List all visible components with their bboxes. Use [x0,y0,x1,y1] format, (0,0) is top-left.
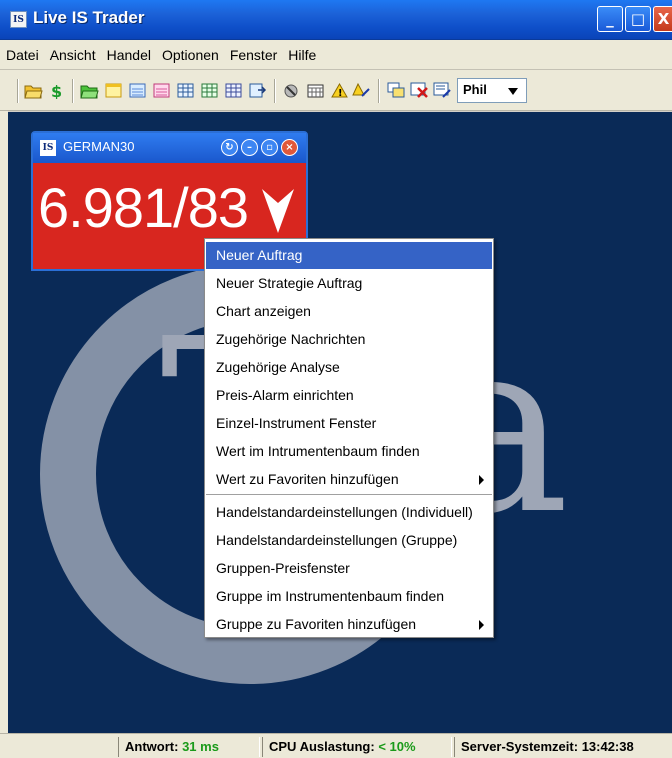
svg-text:$: $ [51,82,62,99]
server-time-value: 13:42:38 [581,739,634,754]
menu-bar: Datei Ansicht Handel Optionen Fenster Hi… [0,40,672,70]
close-window-icon[interactable] [410,82,429,99]
menu-item-chart-anzeigen[interactable]: Chart anzeigen [206,298,492,325]
price-widget-titlebar[interactable]: IS GERMAN30 ↻ – ▫ × [33,133,306,163]
menu-optionen[interactable]: Optionen [162,47,219,63]
cpu-value: < 10% [378,739,416,754]
status-bar: Antwort: 31 ms CPU Auslastung: < 10% Ser… [0,733,672,758]
minimize-button[interactable]: _ [597,6,623,32]
menu-item-label: Wert im Intrumentenbaum finden [216,443,420,459]
menu-item-label: Zugehörige Nachrichten [216,331,366,347]
calendar-icon[interactable] [306,82,325,99]
maximize-button[interactable]: □ [625,6,651,32]
menu-item-label: Chart anzeigen [216,303,311,319]
pink-doc-icon[interactable] [152,82,171,99]
wrench-icon[interactable] [282,82,301,99]
menu-separator [206,494,492,495]
instrument-logo-icon: IS [40,140,56,156]
toolbar-separator [72,79,74,103]
response-label: Antwort: [125,739,179,754]
main-window: IS Live IS Trader _ □ X Datei Ansicht Ha… [0,0,672,758]
menu-item-label: Gruppe im Instrumentenbaum finden [216,588,445,604]
submenu-arrow-icon [479,620,484,630]
grid-icon[interactable] [176,82,195,99]
restore-icon[interactable]: ▫ [261,139,278,156]
toolbar-separator [378,79,380,103]
menu-item-label: Neuer Auftrag [216,247,303,263]
alert-icon[interactable]: ! [330,82,349,99]
refresh-icon[interactable]: ↻ [221,139,238,156]
svg-text:!: ! [338,88,343,99]
menu-item-wert-im-baum[interactable]: Wert im Intrumentenbaum finden [206,438,492,465]
menu-handel[interactable]: Handel [107,47,151,63]
menu-item-zugehoerige-analyse[interactable]: Zugehörige Analyse [206,354,492,381]
menu-item-zugehoerige-nachrichten[interactable]: Zugehörige Nachrichten [206,326,492,353]
multi-window-icon[interactable] [387,82,406,99]
menu-item-handelstandard-gruppe[interactable]: Handelstandardeinstellungen (Gruppe) [206,527,492,554]
price-value: 6.981/83 [38,176,249,239]
blue-doc-icon[interactable] [128,82,147,99]
window-edit-icon[interactable] [433,82,452,99]
menu-item-neuer-strategie-auftrag[interactable]: Neuer Strategie Auftrag [206,270,492,297]
menu-item-gruppen-preisfenster[interactable]: Gruppen-Preisfenster [206,555,492,582]
menu-fenster[interactable]: Fenster [230,47,277,63]
toolbar-separator [17,79,19,103]
green-folder-icon[interactable] [80,82,99,99]
cpu-label: CPU Auslastung: [269,739,375,754]
menu-item-label: Wert zu Favoriten hinzufügen [216,471,399,487]
context-menu: Neuer Auftrag Neuer Strategie Auftrag Ch… [204,238,494,638]
response-value: 31 ms [182,739,219,754]
grid3-icon[interactable] [224,82,243,99]
menu-item-neuer-auftrag[interactable]: Neuer Auftrag [206,242,492,269]
menu-item-label: Preis-Alarm einrichten [216,387,354,403]
submenu-arrow-icon [479,475,484,485]
menu-item-wert-favoriten[interactable]: Wert zu Favoriten hinzufügen [206,466,492,493]
alarm-edit-icon[interactable] [352,82,371,99]
server-time-label: Server-Systemzeit: [461,739,579,754]
menu-item-label: Zugehörige Analyse [216,359,340,375]
menu-datei[interactable]: Datei [6,47,39,63]
menu-item-label: Handelstandardeinstellungen (Individuell… [216,504,473,520]
toolbar-separator [274,79,276,103]
window-title: Live IS Trader [33,8,145,27]
profile-select-value: Phil [463,82,487,97]
menu-item-label: Gruppe zu Favoriten hinzufügen [216,616,417,632]
menu-item-label: Gruppen-Preisfenster [216,560,350,576]
export-icon[interactable] [248,82,267,99]
cpu-cell: CPU Auslastung: < 10% [262,737,452,757]
yellow-doc-icon[interactable] [104,82,123,99]
down-arrow-icon [262,189,294,233]
profile-select[interactable]: Phil [457,78,527,103]
title-bar[interactable]: IS Live IS Trader _ □ X [0,0,672,40]
grid2-icon[interactable] [200,82,219,99]
menu-item-gruppe-favoriten[interactable]: Gruppe zu Favoriten hinzufügen [206,611,492,638]
menu-ansicht[interactable]: Ansicht [50,47,96,63]
menu-item-label: Neuer Strategie Auftrag [216,275,363,291]
instrument-name: GERMAN30 [63,139,135,154]
window-frame [0,111,8,733]
server-time-cell: Server-Systemzeit: 13:42:38 [454,737,672,757]
toolbar: $ ! Phil [0,70,672,111]
close-icon[interactable]: × [281,139,298,156]
menu-item-gruppe-im-baum[interactable]: Gruppe im Instrumentenbaum finden [206,583,492,610]
chevron-down-icon [508,88,518,95]
menu-item-label: Einzel-Instrument Fenster [216,415,377,431]
menu-hilfe[interactable]: Hilfe [288,47,316,63]
open-folder-icon[interactable] [24,82,43,99]
menu-item-preis-alarm[interactable]: Preis-Alarm einrichten [206,382,492,409]
response-time-cell: Antwort: 31 ms [118,737,260,757]
close-button[interactable]: X [653,6,672,32]
menu-item-handelstandard-individuell[interactable]: Handelstandardeinstellungen (Individuell… [206,499,492,526]
menu-item-label: Handelstandardeinstellungen (Gruppe) [216,532,458,548]
minimize-icon[interactable]: – [241,139,258,156]
menu-item-einzel-instrument[interactable]: Einzel-Instrument Fenster [206,410,492,437]
app-logo-icon[interactable]: IS [10,11,27,28]
dollar-icon[interactable]: $ [47,82,66,99]
